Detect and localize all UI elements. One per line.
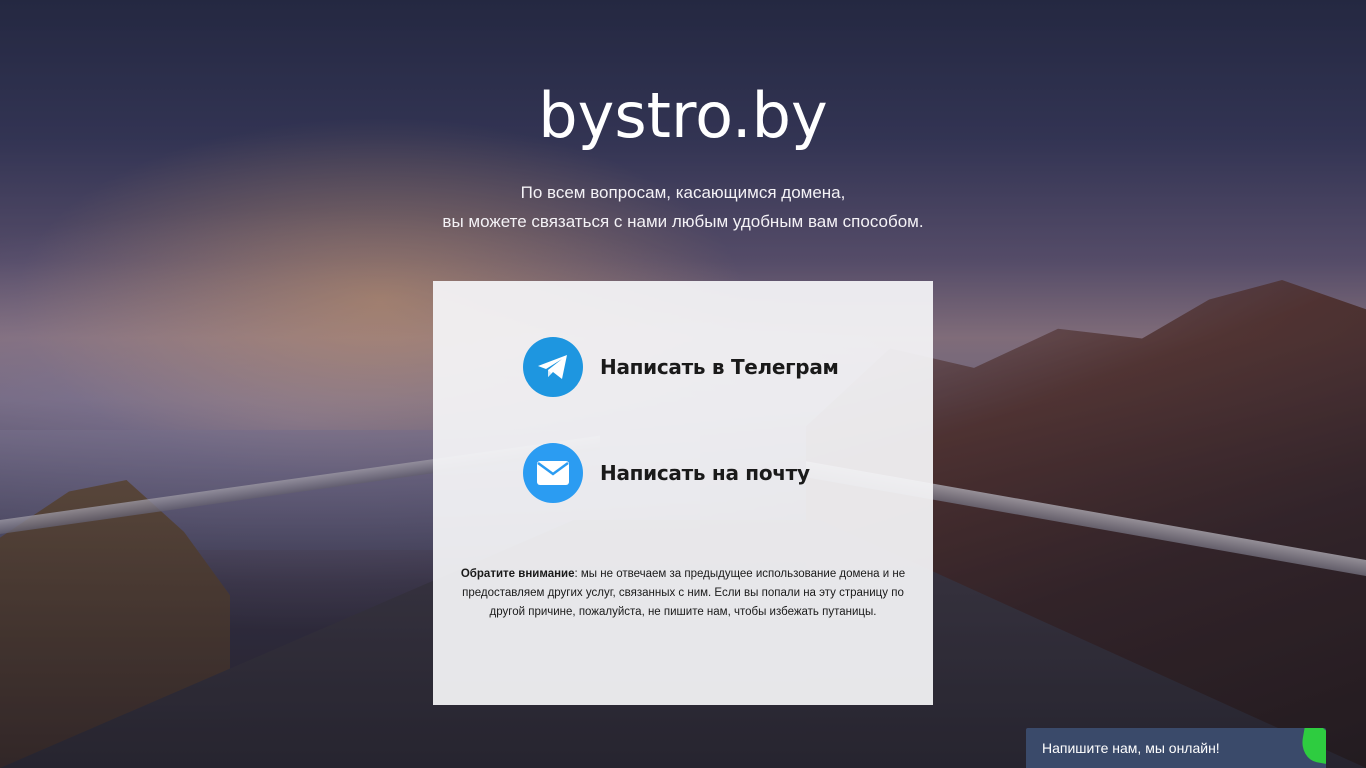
notice-bold: Обратите внимание	[460, 568, 575, 580]
email-contact-label: Написать на почту	[600, 461, 810, 485]
telegram-contact-label: Написать в Телеграм	[600, 355, 839, 379]
envelope-icon	[523, 443, 583, 503]
subtitle: По всем вопросам, касающимся домена, вы …	[0, 178, 1366, 236]
telegram-icon	[523, 337, 583, 397]
notice-text: Обратите внимание: мы не отвечаем за пре…	[458, 565, 908, 622]
subtitle-line-2: вы можете связаться с нами любым удобным…	[442, 212, 924, 231]
subtitle-line-1: По всем вопросам, касающимся домена,	[520, 183, 846, 202]
telegram-contact-link[interactable]: Написать в Телеграм	[523, 337, 839, 397]
chat-widget-button[interactable]: Напишите нам, мы онлайн!	[1026, 728, 1326, 768]
page-content: bystro.by По всем вопросам, касающимся д…	[0, 0, 1366, 768]
chat-widget-label: Напишите нам, мы онлайн!	[1042, 740, 1220, 756]
contact-card: Написать в Телеграм Написать на почту Об…	[433, 281, 933, 705]
email-contact-link[interactable]: Написать на почту	[523, 443, 810, 503]
leaf-icon	[1299, 728, 1326, 765]
site-title: bystro.by	[538, 79, 828, 152]
